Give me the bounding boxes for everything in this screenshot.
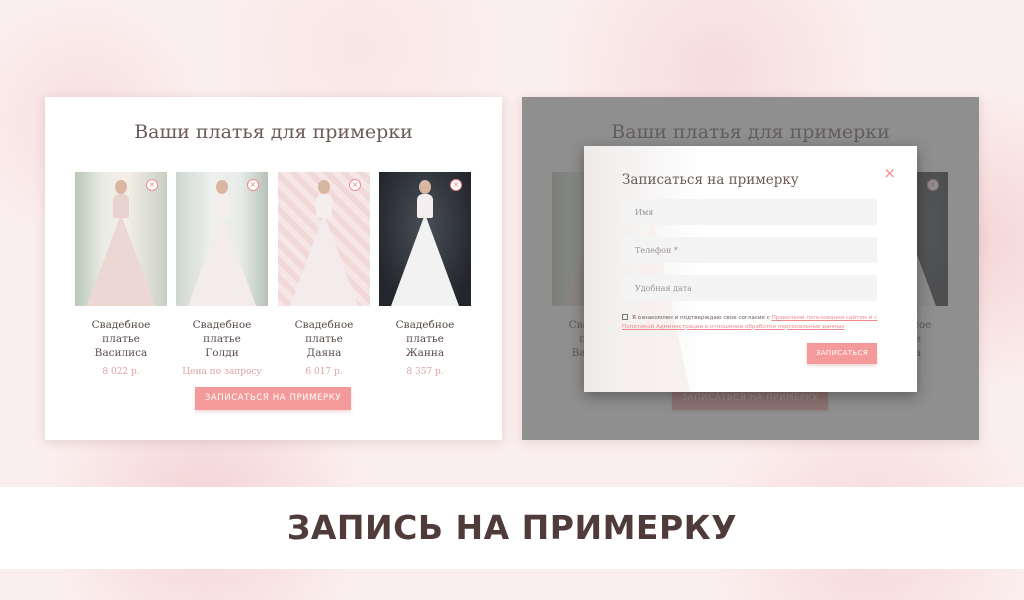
dress-name[interactable]: Свадебное платье Жанна xyxy=(379,318,471,360)
remove-icon[interactable]: × xyxy=(349,179,361,191)
dress-illustration xyxy=(290,214,358,306)
dress-price: 8 022 р. xyxy=(102,367,140,377)
dress-name[interactable]: Свадебное платье Голди xyxy=(176,318,268,360)
close-icon[interactable]: × xyxy=(883,166,896,181)
dress-illustration xyxy=(188,214,256,306)
dress-price: 8 357 р. xyxy=(406,367,444,377)
dress-photo[interactable]: × xyxy=(278,172,370,306)
dress-card[interactable]: × Свадебное платье Василиса 8 022 р. xyxy=(75,172,167,377)
dress-price: Цена по запросу xyxy=(182,367,262,377)
remove-icon[interactable]: × xyxy=(247,179,259,191)
dress-name[interactable]: Свадебное платье Даяна xyxy=(278,318,370,360)
consent-checkbox[interactable] xyxy=(622,314,628,320)
remove-icon[interactable]: × xyxy=(146,179,158,191)
booking-modal: Записаться на примерку × Я ознакомлен и … xyxy=(584,146,917,392)
dress-illustration xyxy=(391,214,459,306)
dress-photo[interactable]: × xyxy=(176,172,268,306)
dress-cards: × Свадебное платье Василиса 8 022 р. × С… xyxy=(75,172,475,377)
dress-photo[interactable]: × xyxy=(75,172,167,306)
submit-button[interactable]: ЗАПИСАТЬСЯ xyxy=(807,343,877,364)
dress-card[interactable]: × Свадебное платье Жанна 8 357 р. xyxy=(379,172,471,377)
fitting-list-title: Ваши платья для примерки xyxy=(134,121,413,143)
caption-banner: ЗАПИСЬ НА ПРИМЕРКУ xyxy=(0,487,1024,569)
dress-photo[interactable]: × xyxy=(379,172,471,306)
date-field[interactable] xyxy=(623,275,877,301)
dress-name[interactable]: Свадебное платье Василиса xyxy=(75,318,167,360)
caption-text: ЗАПИСЬ НА ПРИМЕРКУ xyxy=(286,508,738,547)
dress-price: 6 017 р. xyxy=(305,367,343,377)
consent-block: Я ознакомлен и подтверждаю свое согласие… xyxy=(622,314,882,331)
modal-title: Записаться на примерку xyxy=(622,172,799,188)
book-fitting-button[interactable]: ЗАПИСАТЬСЯ НА ПРИМЕРКУ xyxy=(195,387,351,410)
remove-icon[interactable]: × xyxy=(450,179,462,191)
dress-card[interactable]: × Свадебное платье Голди Цена по запросу xyxy=(176,172,268,377)
dress-illustration xyxy=(87,214,155,306)
fitting-list-panel: Ваши платья для примерки × Свадебное пла… xyxy=(45,97,502,440)
dress-card[interactable]: × Свадебное платье Даяна 6 017 р. xyxy=(278,172,370,377)
name-field[interactable] xyxy=(623,199,877,225)
phone-field[interactable] xyxy=(623,237,877,263)
consent-text: Я ознакомлен и подтверждаю свое согласие… xyxy=(632,315,772,321)
